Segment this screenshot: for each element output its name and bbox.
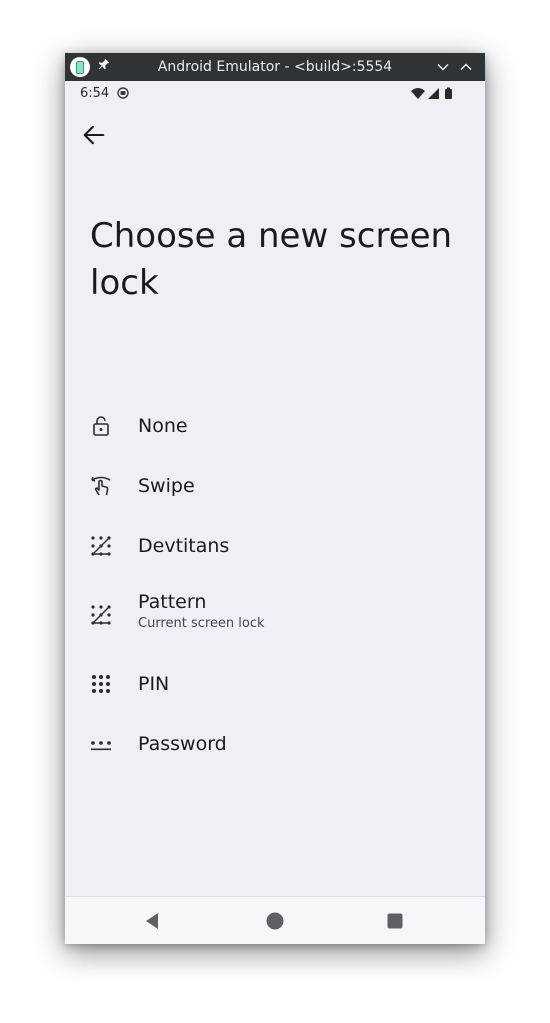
option-swipe[interactable]: Swipe [65, 456, 485, 516]
option-devtitans[interactable]: Devtitans [65, 516, 485, 576]
back-button[interactable] [80, 121, 108, 149]
window-title: Android Emulator - <build>:5554 [157, 59, 393, 75]
password-icon [90, 741, 112, 751]
status-time: 6:54 [80, 86, 110, 101]
pin-grid-icon [92, 675, 110, 693]
wifi-icon [411, 88, 425, 99]
lock-open-icon [93, 416, 109, 436]
battery-icon [445, 87, 452, 99]
option-label: Password [138, 733, 227, 755]
pin-icon[interactable] [97, 57, 111, 78]
option-label: PIN [138, 673, 170, 695]
option-pattern[interactable]: Pattern Current screen lock [65, 576, 485, 654]
swipe-icon [91, 476, 111, 496]
chevron-down-icon[interactable] [435, 59, 451, 75]
emulator-window: Android Emulator - <build>:5554 6:54 Cho… [65, 53, 485, 944]
status-bar: 6:54 [65, 81, 485, 107]
arrow-back-icon [83, 125, 105, 145]
option-pin[interactable]: PIN [65, 654, 485, 714]
option-none[interactable]: None [65, 396, 485, 456]
nav-back-icon[interactable] [143, 911, 163, 931]
notification-icon [117, 87, 129, 99]
option-subtitle: Current screen lock [138, 616, 265, 631]
page-title: Choose a new screen lock [90, 216, 453, 303]
emulator-app-icon [70, 57, 90, 77]
option-label: Pattern [138, 591, 207, 613]
option-label: Devtitans [138, 535, 230, 557]
option-label: None [138, 415, 188, 437]
window-titlebar: Android Emulator - <build>:5554 [65, 53, 485, 81]
pattern-icon [91, 605, 111, 625]
nav-home-icon[interactable] [265, 911, 285, 931]
pattern-icon [91, 536, 111, 556]
signal-icon [428, 88, 439, 99]
chevron-up-icon[interactable] [458, 59, 474, 75]
option-password[interactable]: Password [65, 714, 485, 774]
option-label: Swipe [138, 475, 195, 497]
status-icons [411, 87, 452, 99]
nav-recents-icon[interactable] [385, 911, 405, 931]
screen-lock-options: None Swipe Devtitans Pattern Current scr… [65, 396, 485, 774]
navigation-bar [65, 896, 485, 944]
